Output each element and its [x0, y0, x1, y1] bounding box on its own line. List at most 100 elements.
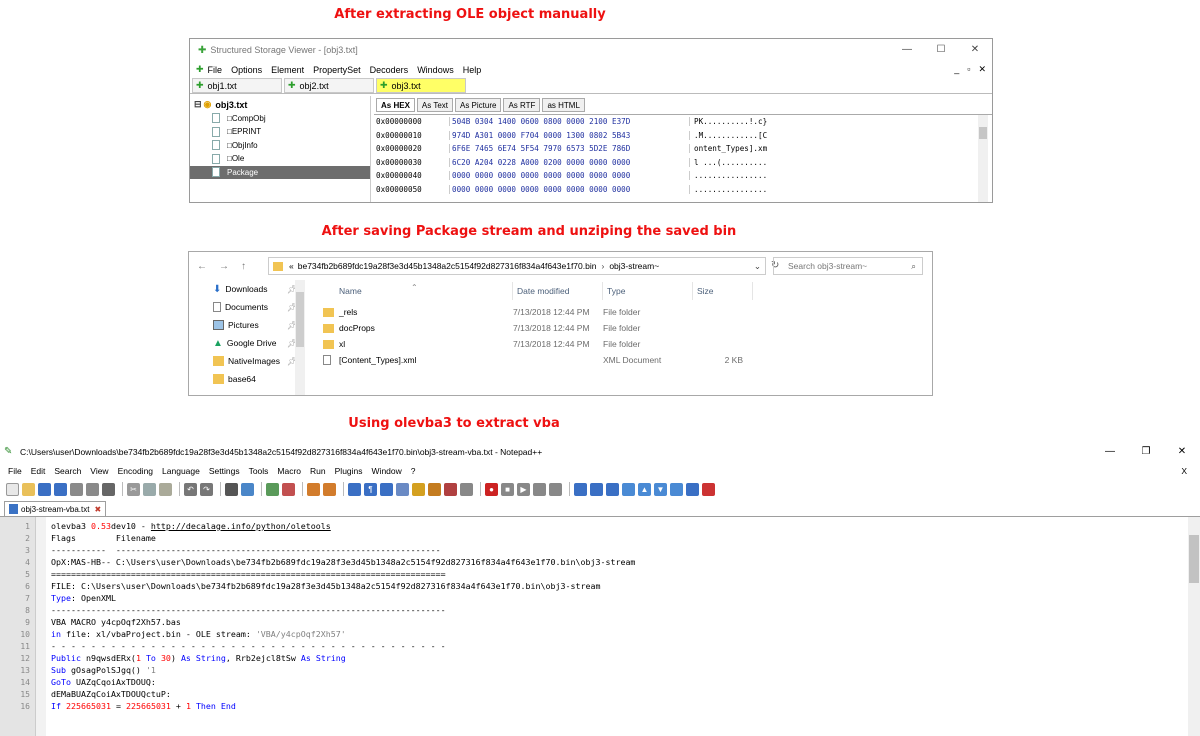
replace-icon[interactable]	[241, 482, 254, 496]
tree-item-compobj[interactable]: □CompObj	[190, 112, 370, 126]
file-tab[interactable]: obj3-stream-vba.txt ✖	[4, 501, 107, 516]
file-row[interactable]: _rels 7/13/2018 12:44 PM File folder	[323, 304, 743, 320]
text-editor[interactable]: 1 olevba3 0.53dev10 - http://decalage.inf…	[0, 517, 1200, 736]
sync-horizontal-icon[interactable]	[323, 482, 336, 496]
print-icon[interactable]	[102, 482, 115, 496]
copy-icon[interactable]	[143, 482, 156, 496]
prev-diff-icon[interactable]: ▲	[638, 482, 651, 496]
search-icon[interactable]: ⌕	[911, 261, 916, 272]
nav-item-nativeimages[interactable]: NativeImages 📌︎	[189, 352, 307, 370]
folder-workspace-icon[interactable]	[444, 482, 457, 496]
spellcheck-icon[interactable]	[702, 482, 715, 496]
save-all-icon[interactable]	[54, 482, 67, 496]
maximize-icon[interactable]: ☐	[924, 39, 958, 61]
tree-item-package[interactable]: Package	[190, 165, 370, 179]
minimize-icon[interactable]: —	[1092, 440, 1128, 464]
indent-guide-icon[interactable]	[380, 482, 393, 496]
scroll-thumb[interactable]	[1189, 535, 1199, 583]
zoom-in-icon[interactable]	[266, 482, 279, 496]
column-name[interactable]: Name	[323, 282, 513, 300]
play-macro-icon[interactable]: ▶	[517, 482, 530, 496]
nav-item-documents[interactable]: Documents 📌︎	[189, 298, 307, 316]
nav-item-pictures[interactable]: Pictures 📌︎	[189, 316, 307, 334]
new-file-icon[interactable]	[6, 482, 19, 496]
menu-tools[interactable]: Tools	[249, 466, 269, 476]
tree-item-eprint[interactable]: □EPRINT	[190, 125, 370, 139]
back-arrow-icon[interactable]: ←	[197, 261, 207, 272]
breadcrumb-bin[interactable]: be734fb2b689fdc19a28f3e3d45b1348a2c5154f…	[298, 261, 597, 271]
save-macro-icon[interactable]	[549, 482, 562, 496]
tree-item-objinfo[interactable]: □ObjInfo	[190, 139, 370, 153]
compare-settings-icon[interactable]	[686, 482, 699, 496]
file-row[interactable]: xl 7/13/2018 12:44 PM File folder	[323, 336, 743, 352]
menu-file[interactable]: File	[208, 65, 223, 75]
scroll-thumb[interactable]	[296, 292, 304, 347]
first-diff-icon[interactable]	[622, 482, 635, 496]
tab-as-text[interactable]: As Text	[416, 98, 453, 112]
up-arrow-icon[interactable]: ↑	[241, 261, 246, 272]
close-all-icon[interactable]	[86, 482, 99, 496]
open-file-icon[interactable]	[22, 482, 35, 496]
mdi-restore-icon[interactable]: ▫	[967, 64, 970, 75]
close-tab-icon[interactable]: ✖	[94, 505, 101, 514]
menu-run[interactable]: Run	[310, 466, 326, 476]
cut-icon[interactable]: ✂	[127, 482, 140, 496]
close-document-icon[interactable]: X	[1181, 466, 1187, 476]
record-macro-icon[interactable]: ●	[485, 482, 498, 496]
menu-window[interactable]: Window	[372, 466, 402, 476]
file-row[interactable]: [Content_Types].xml XML Document 2 KB	[323, 352, 743, 368]
next-diff-icon[interactable]: ▼	[654, 482, 667, 496]
search-input[interactable]: Search obj3-stream~ ⌕	[773, 257, 923, 275]
menu-element[interactable]: Element	[271, 65, 304, 75]
path-input[interactable]: « be734fb2b689fdc19a28f3e3d45b1348a2c515…	[268, 257, 766, 275]
monitoring-icon[interactable]	[460, 482, 473, 496]
compare-icon[interactable]	[590, 482, 603, 496]
compare-prev-icon[interactable]	[606, 482, 619, 496]
collapse-icon[interactable]: ⊟	[194, 99, 202, 110]
menu-view[interactable]: View	[90, 466, 108, 476]
scroll-thumb[interactable]	[979, 127, 987, 139]
menu-search[interactable]: Search	[54, 466, 81, 476]
language-udl-icon[interactable]	[396, 482, 409, 496]
menu-language[interactable]: Language	[162, 466, 200, 476]
word-wrap-icon[interactable]	[348, 482, 361, 496]
chevron-down-icon[interactable]: ⌄	[754, 261, 761, 272]
close-icon[interactable]: ✕	[1164, 440, 1200, 464]
file-row[interactable]: docProps 7/13/2018 12:44 PM File folder	[323, 320, 743, 336]
stop-macro-icon[interactable]: ■	[501, 482, 514, 496]
menu-propertyset[interactable]: PropertySet	[313, 65, 361, 75]
menu-plugins[interactable]: Plugins	[335, 466, 363, 476]
column-date-modified[interactable]: Date modified	[513, 282, 603, 300]
menu-macro[interactable]: Macro	[277, 466, 301, 476]
navigation-scrollbar[interactable]	[295, 280, 305, 395]
hex-scrollbar[interactable]	[978, 115, 988, 202]
column-type[interactable]: Type	[603, 282, 693, 300]
menu-options[interactable]: Options	[231, 65, 262, 75]
close-icon[interactable]: ✕	[958, 39, 992, 61]
path-overflow[interactable]: «	[289, 261, 294, 271]
save-icon[interactable]	[38, 482, 51, 496]
tab-as-html[interactable]: as HTML	[542, 98, 585, 112]
minimize-icon[interactable]: —	[890, 39, 924, 61]
paste-icon[interactable]	[159, 482, 172, 496]
mdi-minimize-icon[interactable]: _	[954, 64, 959, 75]
breadcrumb-stream[interactable]: obj3-stream~	[609, 261, 659, 271]
menu-edit[interactable]: Edit	[31, 466, 46, 476]
show-all-chars-icon[interactable]: ¶	[364, 482, 377, 496]
tab-obj3[interactable]: ✚ obj3.txt	[376, 78, 466, 93]
zoom-out-icon[interactable]	[282, 482, 295, 496]
tab-obj2[interactable]: ✚ obj2.txt	[284, 78, 374, 93]
function-list-icon[interactable]	[428, 482, 441, 496]
close-file-icon[interactable]	[70, 482, 83, 496]
plugin-icon[interactable]	[574, 482, 587, 496]
nav-item-base64[interactable]: base64	[189, 370, 307, 388]
play-macro-multiple-icon[interactable]	[533, 482, 546, 496]
sync-vertical-icon[interactable]	[307, 482, 320, 496]
column-size[interactable]: Size	[693, 282, 753, 300]
nav-item-downloads[interactable]: ⬇ Downloads 📌︎	[189, 280, 307, 298]
undo-icon[interactable]: ↶	[184, 482, 197, 496]
hex-view[interactable]: 0x00000000 504B 0304 1400 0600 0800 0000 …	[374, 114, 992, 202]
menu-windows[interactable]: Windows	[417, 65, 454, 75]
menu-file[interactable]: File	[8, 466, 22, 476]
tab-as-rtf[interactable]: As RTF	[503, 98, 541, 112]
